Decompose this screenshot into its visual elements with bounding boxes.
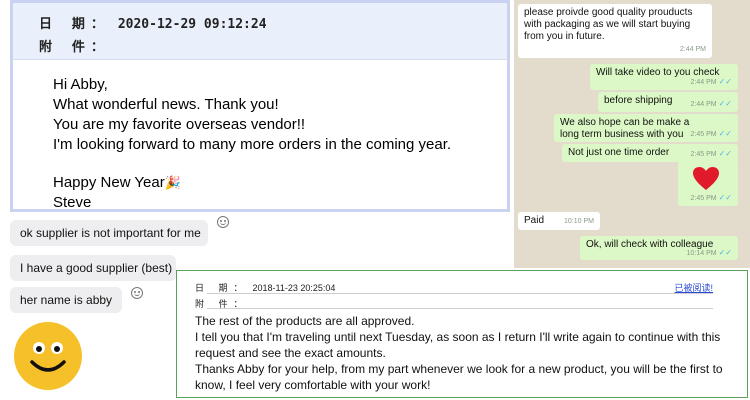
message-time: 10:14 PM ✓✓ (686, 248, 732, 257)
email-date-row: 日 期： 2020-12-29 09:12:24 (39, 13, 267, 32)
message-outgoing: before shipping 2:44 PM ✓✓ (598, 92, 738, 112)
email-line: The rest of the products are all approve… (195, 314, 415, 328)
message-text: Paid (524, 215, 545, 226)
email-closing: Happy New Year🎉 (53, 173, 451, 193)
smiley-face-icon (14, 322, 82, 390)
email-window-2: 日 期： 2018-11-23 20:25:04 已被阅读! 附 件： The r… (176, 270, 748, 398)
chat-bubble: ok supplier is not important for me (10, 220, 208, 246)
attachment-label: 附 件： (39, 40, 110, 55)
date-value: 2020-12-29 09:12:24 (117, 17, 267, 32)
email-line: I'm looking forward to many more orders … (53, 136, 452, 153)
whatsapp-chat: please proivde good quality prouducts wi… (514, 0, 750, 268)
react-smiley-icon[interactable] (131, 287, 143, 299)
message-time: 10:10 PM (564, 218, 594, 225)
read-check-icon: ✓✓ (718, 248, 732, 257)
email-body: Hi Abby, What wonderful news. Thank you!… (53, 75, 451, 213)
message-outgoing: We also hope can be make a long term bus… (554, 114, 738, 142)
message-time: 2:45 PM ✓✓ (690, 129, 732, 138)
heart-icon (693, 167, 719, 190)
email-line: What wonderful news. Thank you! (53, 96, 279, 113)
email-window-1: 日 期： 2020-12-29 09:12:24 附 件： Hi Abby, Wh… (10, 0, 510, 212)
read-check-icon: ✓✓ (718, 193, 732, 202)
read-check-icon: ✓✓ (718, 149, 732, 158)
chat-bubble: her name is abby (10, 287, 122, 313)
email-attachment-row: 附 件： (39, 36, 118, 55)
email-line: You are my favorite overseas vendor!! (53, 116, 306, 133)
message-outgoing: Will take video to you check 2:44 PM ✓✓ (590, 64, 738, 90)
message-text: We also hope can be make a long term bus… (560, 117, 690, 140)
party-popper-icon: 🎉 (164, 175, 181, 190)
message-time: 2:44 PM (679, 46, 706, 53)
email-signature: Steve (53, 194, 92, 211)
message-time: 2:44 PM ✓✓ (690, 99, 732, 108)
message-text: please proivde good quality prouducts wi… (524, 7, 693, 42)
date-label: 日 期： (195, 283, 249, 293)
message-incoming: Paid 10:10 PM (518, 212, 600, 230)
closing-text: Happy New Year (53, 174, 165, 191)
email-body: The rest of the products are all approve… (195, 313, 735, 393)
react-smiley-icon[interactable] (217, 216, 229, 228)
read-check-icon: ✓✓ (718, 77, 732, 86)
date-label: 日 期： (39, 17, 110, 32)
date-value: 2018-11-23 20:25:04 (252, 283, 336, 293)
message-time: 2:45 PM ✓✓ (690, 193, 732, 202)
chat-bubble: I have a good supplier (best) (10, 255, 176, 281)
email-header: 日 期： 2020-12-29 09:12:24 附 件： (13, 3, 507, 60)
message-outgoing-heart: 2:45 PM ✓✓ (678, 160, 738, 206)
message-outgoing: Ok, will check with colleague 10:14 PM ✓✓ (580, 236, 738, 260)
email-line: Thanks Abby for your help, from my part … (195, 362, 723, 392)
email-line: I tell you that I'm traveling until next… (195, 330, 721, 360)
read-check-icon: ✓✓ (718, 129, 732, 138)
message-time: 2:44 PM ✓✓ (690, 77, 732, 86)
read-check-icon: ✓✓ (718, 99, 732, 108)
email-line: Hi Abby, (53, 76, 108, 93)
message-incoming: please proivde good quality prouducts wi… (518, 4, 712, 58)
